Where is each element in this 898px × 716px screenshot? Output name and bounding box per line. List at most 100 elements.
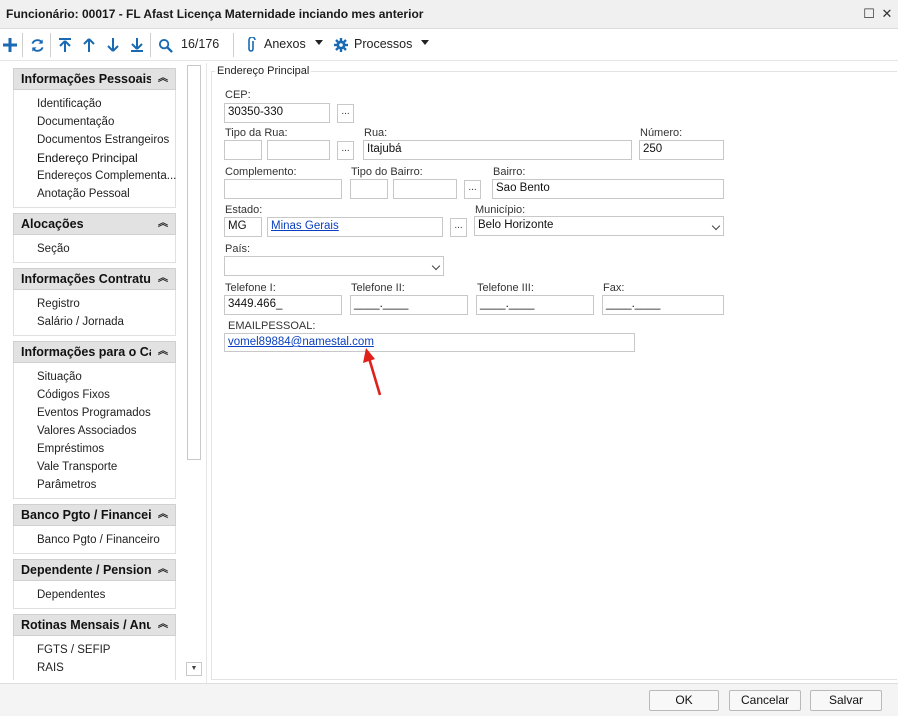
section-alocacoes[interactable]: Alocações ︽ [13, 213, 176, 235]
tipo-rua-label: Tipo da Rua: [225, 127, 288, 139]
complemento-label: Complemento: [225, 166, 297, 178]
sidebar-item-banco-pgto-financeiro[interactable]: Banco Pgto / Financeiro [37, 534, 160, 546]
fax-field[interactable]: ____.____ [602, 295, 724, 315]
sidebar-item-valores-associados[interactable]: Valores Associados [37, 425, 137, 437]
numero-field[interactable]: 250 [639, 140, 724, 160]
section-informacoes-pessoais[interactable]: Informações Pessoais ︽ [13, 68, 176, 90]
sidebar-item-parametros[interactable]: Parâmetros [37, 479, 96, 491]
sidebar-item-identificacao[interactable]: Identificação [37, 98, 102, 110]
sidebar-item-registro[interactable]: Registro [37, 298, 80, 310]
tipo-bairro-code-field[interactable] [350, 179, 388, 199]
chevron-down-icon [431, 261, 441, 271]
sidebar-item-eventos-programados[interactable]: Eventos Programados [37, 407, 151, 419]
section-title: Informações Pessoais [21, 72, 151, 86]
cancel-button[interactable]: Cancelar [729, 690, 801, 711]
chevron-down-icon[interactable] [315, 40, 323, 45]
paperclip-icon[interactable] [243, 35, 259, 55]
sidebar-item-fgts-sefip[interactable]: FGTS / SEFIP [37, 644, 110, 656]
scroll-down-icon[interactable]: ▼ [186, 662, 202, 676]
add-icon[interactable] [0, 35, 20, 55]
chevron-down-icon[interactable] [421, 40, 429, 45]
telefone1-field[interactable]: 3449.466_ [224, 295, 342, 315]
sidebar-item-secao[interactable]: Seção [37, 243, 70, 255]
save-button[interactable]: Salvar [810, 690, 882, 711]
section-title: Informações Contratuai [21, 272, 151, 286]
email-field[interactable]: vomel89884@namestal.com [224, 333, 635, 352]
processos-menu[interactable]: Processos [354, 37, 412, 51]
complemento-field[interactable] [224, 179, 342, 199]
last-record-icon[interactable] [127, 35, 147, 55]
search-icon[interactable] [155, 35, 175, 55]
telefone3-field[interactable]: ____.____ [476, 295, 594, 315]
cep-label: CEP: [225, 89, 251, 101]
section-title: Dependente / Pensioni [21, 563, 151, 577]
telefone3-label: Telefone III: [477, 282, 534, 294]
window-title: Funcionário: 00017 - FL Afast Licença Ma… [6, 7, 424, 21]
collapse-icon[interactable]: ︽ [156, 217, 170, 231]
tipo-rua-code-field[interactable] [224, 140, 262, 160]
sidebar-item-documentos-estrangeiros[interactable]: Documentos Estrangeiros [37, 134, 169, 146]
pais-select[interactable] [224, 256, 444, 276]
section-banco-pgto[interactable]: Banco Pgto / Financeir ︽ [13, 504, 176, 526]
sidebar-item-salario-jornada[interactable]: Salário / Jornada [37, 316, 124, 328]
refresh-icon[interactable] [27, 35, 47, 55]
record-counter: 16/176 [181, 37, 220, 51]
municipio-select[interactable]: Belo Horizonte [474, 216, 724, 236]
bairro-field[interactable]: Sao Bento [492, 179, 724, 199]
gear-icon[interactable] [333, 35, 349, 55]
section-rotinas-mensais[interactable]: Rotinas Mensais / Anu ︽ [13, 614, 176, 636]
dialog-footer: OK Cancelar Salvar [0, 683, 898, 716]
collapse-icon[interactable]: ︽ [156, 345, 170, 359]
tipo-bairro-lookup-button[interactable]: ... [464, 180, 481, 199]
section-body: Dependentes [13, 581, 176, 609]
sidebar-item-emprestimos[interactable]: Empréstimos [37, 443, 104, 455]
collapse-icon[interactable]: ︽ [156, 272, 170, 286]
close-icon[interactable]: ✕ [878, 5, 896, 23]
estado-code-field[interactable]: MG [224, 217, 262, 237]
rua-field[interactable]: Itajubá [363, 140, 632, 160]
sidebar-item-dependentes[interactable]: Dependentes [37, 589, 105, 601]
ok-button[interactable]: OK [649, 690, 719, 711]
pais-label: País: [225, 243, 251, 255]
tipo-bairro-label: Tipo do Bairro: [351, 166, 423, 178]
sidebar-item-rais[interactable]: RAIS [37, 662, 64, 674]
toolbar-separator [22, 33, 23, 57]
collapse-icon[interactable]: ︽ [156, 563, 170, 577]
sidebar-item-anotacao-pessoal[interactable]: Anotação Pessoal [37, 188, 130, 200]
cep-lookup-button[interactable]: ... [337, 104, 354, 123]
tipo-rua-desc-field[interactable] [267, 140, 330, 160]
sidebar-item-enderecos-complementares[interactable]: Endereços Complementa... [37, 170, 176, 182]
previous-record-icon[interactable] [79, 35, 99, 55]
sidebar-scrollbar[interactable]: ▼ [186, 64, 202, 678]
collapse-icon[interactable]: ︽ [156, 618, 170, 632]
scrollbar-thumb[interactable] [187, 65, 201, 460]
tipo-rua-lookup-button[interactable]: ... [337, 141, 354, 160]
collapse-icon[interactable]: ︽ [156, 72, 170, 86]
section-dependente-pensionista[interactable]: Dependente / Pensioni ︽ [13, 559, 176, 581]
toolbar-separator [150, 33, 151, 57]
sidebar-item-situacao[interactable]: Situação [37, 371, 82, 383]
section-title: Rotinas Mensais / Anu [21, 618, 151, 632]
telefone2-field[interactable]: ____.____ [350, 295, 468, 315]
next-record-icon[interactable] [103, 35, 123, 55]
estado-lookup-button[interactable]: ... [450, 218, 467, 237]
toolbar: 16/176 Anexos Processos [0, 29, 898, 61]
annotation-arrow-icon [363, 348, 382, 396]
sidebar-item-endereco-principal[interactable]: Endereço Principal [37, 151, 138, 165]
toolbar-separator [233, 33, 234, 57]
address-groupbox [211, 71, 897, 680]
anexos-menu[interactable]: Anexos [264, 37, 306, 51]
first-record-icon[interactable] [55, 35, 75, 55]
estado-name-link[interactable]: Minas Gerais [267, 217, 443, 237]
telefone1-label: Telefone I: [225, 282, 276, 294]
sidebar-item-documentacao[interactable]: Documentação [37, 116, 114, 128]
maximize-icon[interactable]: ☐ [860, 5, 878, 23]
tipo-bairro-desc-field[interactable] [393, 179, 457, 199]
sidebar-item-codigos-fixos[interactable]: Códigos Fixos [37, 389, 110, 401]
section-informacoes-contratuais[interactable]: Informações Contratuai ︽ [13, 268, 176, 290]
cep-field[interactable]: 30350-330 [224, 103, 330, 123]
collapse-icon[interactable]: ︽ [156, 508, 170, 522]
section-title: Informações para o Cál [21, 345, 151, 359]
sidebar-item-vale-transporte[interactable]: Vale Transporte [37, 461, 117, 473]
section-informacoes-calculo[interactable]: Informações para o Cál ︽ [13, 341, 176, 363]
